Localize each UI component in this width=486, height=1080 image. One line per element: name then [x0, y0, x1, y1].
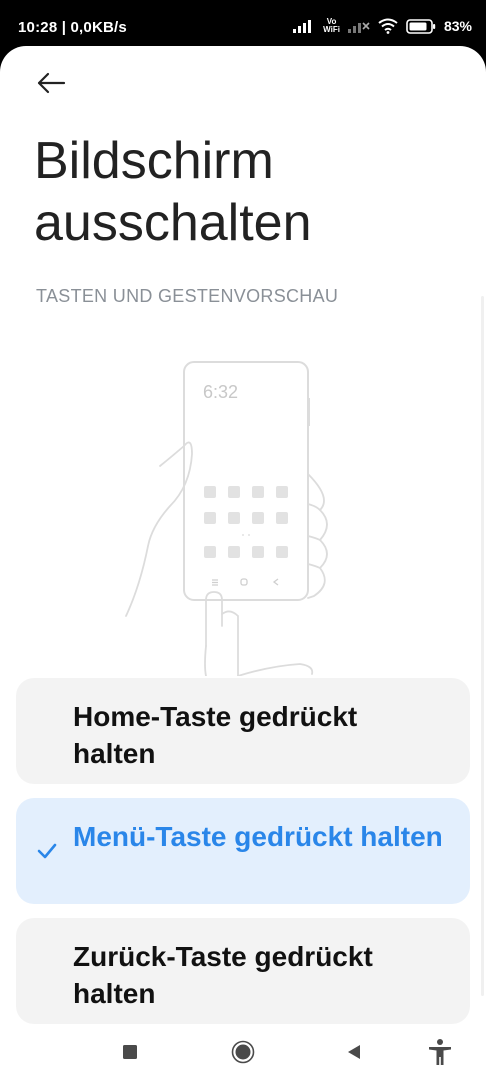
circle-home-icon — [231, 1040, 255, 1064]
battery-icon — [406, 18, 436, 34]
square-recents-icon — [123, 1045, 137, 1059]
wifi-icon — [378, 18, 398, 34]
settings-sheet: Bildschirm ausschalten TASTEN UND GESTEN… — [0, 46, 486, 1080]
option-home-key[interactable]: Home-Taste gedrückt halten — [16, 678, 470, 784]
recents-button[interactable] — [108, 1036, 152, 1068]
system-navigation-bar — [0, 1024, 486, 1080]
phone-clock: 6:32 — [203, 382, 238, 402]
back-nav-button[interactable] — [332, 1036, 376, 1068]
arrow-left-icon — [37, 72, 66, 94]
page-title: Bildschirm ausschalten — [34, 132, 312, 252]
home-button[interactable] — [221, 1036, 265, 1068]
scrollbar[interactable] — [481, 296, 484, 996]
battery-percentage: 83% — [443, 18, 472, 34]
option-menu-key[interactable]: Menü-Taste gedrückt halten — [16, 798, 470, 904]
option-back-key[interactable]: Zurück-Taste gedrückt halten — [16, 918, 470, 1024]
accessibility-button[interactable] — [418, 1036, 462, 1068]
section-label: TASTEN UND GESTENVORSCHAU — [36, 286, 339, 306]
signal-icon — [293, 20, 312, 33]
check-icon — [37, 843, 57, 859]
status-time-speed: 10:28 | 0,0KB/s — [18, 19, 127, 36]
gesture-preview-illustration: 6:32 — [125, 361, 328, 676]
option-label: Zurück-Taste gedrückt halten — [73, 941, 373, 1009]
option-label: Home-Taste gedrückt halten — [73, 701, 358, 769]
signal-weak-icon — [347, 22, 370, 33]
triangle-back-icon — [348, 1045, 360, 1059]
option-label: Menü-Taste gedrückt halten — [73, 821, 443, 852]
back-button[interactable] — [28, 64, 74, 102]
vowifi-icon: Vo WiFi — [323, 17, 340, 34]
status-icons: Vo WiFi 83% — [293, 14, 472, 38]
accessibility-icon — [429, 1039, 451, 1065]
status-bar: 10:28 | 0,0KB/s Vo WiFi 83% — [0, 0, 486, 48]
